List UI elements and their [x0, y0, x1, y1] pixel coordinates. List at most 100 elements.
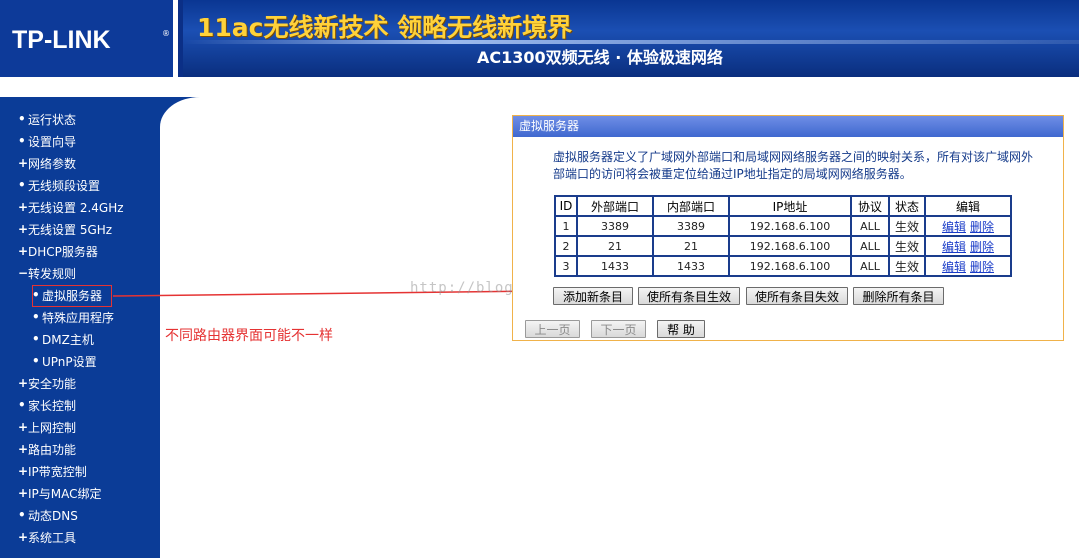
- table-row: 2 21 21 192.168.6.100 ALL 生效 编辑 删除: [554, 235, 1012, 257]
- col-status: 状态: [888, 195, 926, 217]
- sidebar-item-forwarding[interactable]: − 转发规则: [18, 263, 76, 283]
- highlight-box: [32, 285, 112, 307]
- cell-external-port: 3389: [576, 215, 654, 237]
- cell-edit: 编辑 删除: [924, 255, 1012, 277]
- table-row: 3 1433 1433 192.168.6.100 ALL 生效 编辑 删除: [554, 255, 1012, 277]
- sidebar-item-dmz[interactable]: • DMZ主机: [32, 329, 94, 349]
- sidebar-item-network[interactable]: + 网络参数: [18, 153, 76, 173]
- expand-plus-icon: +: [18, 200, 29, 214]
- sidebar-item-wireless-24ghz[interactable]: + 无线设置 2.4GHz: [18, 197, 124, 217]
- router-admin-page: TP-LINK ® 11ac无线新技术 领略无线新境界 AC1300双频无线 ·…: [0, 0, 1079, 558]
- bullet-icon: •: [32, 332, 40, 346]
- cell-protocol: ALL: [850, 255, 890, 277]
- expand-plus-icon: +: [18, 376, 29, 390]
- sidebar-item-label: 无线设置 2.4GHz: [28, 200, 124, 215]
- sidebar-item-label: UPnP设置: [42, 354, 97, 369]
- sidebar-item-label: IP与MAC绑定: [28, 486, 102, 501]
- disable-all-button[interactable]: 使所有条目失效: [746, 287, 848, 305]
- panel-title: 虚拟服务器: [513, 116, 1063, 137]
- header-divider: [0, 77, 1079, 97]
- col-id: ID: [554, 195, 578, 217]
- cell-ip: 192.168.6.100: [728, 215, 852, 237]
- registered-mark: ®: [162, 29, 170, 38]
- next-page-button[interactable]: 下一页: [591, 320, 646, 338]
- edit-link[interactable]: 编辑: [942, 260, 966, 274]
- expand-plus-icon: +: [18, 156, 29, 170]
- banner-slogan: 11ac无线新技术 领略无线新境界: [197, 13, 573, 42]
- sidebar-item-label: 无线频段设置: [28, 178, 101, 193]
- sidebar-item-label: DHCP服务器: [28, 244, 98, 259]
- cell-status: 生效: [888, 215, 926, 237]
- sidebar-item-label: 特殊应用程序: [42, 310, 115, 325]
- cell-id: 1: [554, 215, 578, 237]
- cell-ip: 192.168.6.100: [728, 255, 852, 277]
- sidebar-item-label: 网络参数: [28, 156, 77, 171]
- sidebar-item-wireless-5ghz[interactable]: + 无线设置 5GHz: [18, 219, 112, 239]
- bullet-icon: •: [18, 112, 26, 126]
- sidebar-item-upnp[interactable]: • UPnP设置: [32, 351, 97, 371]
- delete-link[interactable]: 删除: [970, 240, 994, 254]
- sidebar-item-system-tools[interactable]: + 系统工具: [18, 527, 76, 547]
- delete-all-button[interactable]: 删除所有条目: [853, 287, 944, 305]
- sidebar-item-label: DMZ主机: [42, 332, 94, 347]
- bullet-icon: •: [32, 354, 40, 368]
- edit-link[interactable]: 编辑: [942, 220, 966, 234]
- cell-ip: 192.168.6.100: [728, 235, 852, 257]
- collapse-minus-icon: −: [18, 266, 29, 280]
- sidebar-item-label: 转发规则: [28, 266, 77, 281]
- virtual-server-panel: 虚拟服务器 虚拟服务器定义了广域网外部端口和局域网网络服务器之间的映射关系，所有…: [512, 115, 1064, 341]
- sidebar-item-label: 路由功能: [28, 442, 77, 457]
- sidebar-item-ddns[interactable]: • 动态DNS: [18, 505, 78, 525]
- cell-edit: 编辑 删除: [924, 215, 1012, 237]
- expand-plus-icon: +: [18, 420, 29, 434]
- table-row: 1 3389 3389 192.168.6.100 ALL 生效 编辑 删除: [554, 215, 1012, 237]
- sidebar-item-dhcp[interactable]: + DHCP服务器: [18, 241, 98, 261]
- annotation-note: 不同路由器界面可能不一样: [165, 328, 333, 344]
- expand-plus-icon: +: [18, 222, 29, 236]
- col-internal-port: 内部端口: [652, 195, 730, 217]
- sidebar-item-security[interactable]: + 安全功能: [18, 373, 76, 393]
- sidebar-item-label: 动态DNS: [28, 508, 78, 523]
- bullet-icon: •: [18, 134, 26, 148]
- banner-subtitle: AC1300双频无线 · 体验极速网络: [477, 48, 723, 67]
- cell-external-port: 21: [576, 235, 654, 257]
- delete-link[interactable]: 删除: [970, 220, 994, 234]
- sidebar-item-routing[interactable]: + 路由功能: [18, 439, 76, 459]
- cell-internal-port: 3389: [652, 215, 730, 237]
- col-protocol: 协议: [850, 195, 890, 217]
- sidebar-item-wireless-band[interactable]: • 无线频段设置: [18, 175, 100, 195]
- sidebar-item-status[interactable]: • 运行状态: [18, 109, 76, 129]
- sidebar-item-label: 安全功能: [28, 376, 77, 391]
- tp-link-logo: TP-LINK: [12, 26, 111, 54]
- delete-link[interactable]: 删除: [970, 260, 994, 274]
- panel-description: 虚拟服务器定义了广域网外部端口和局域网网络服务器之间的映射关系，所有对该广域网外…: [553, 150, 1034, 181]
- virtual-server-table: ID 外部端口 内部端口 IP地址 协议 状态 编辑 1 3389 3389 1…: [554, 195, 1012, 277]
- banner-graphic: 11ac无线新技术 领略无线新境界 AC1300双频无线 · 体验极速网络: [183, 0, 1079, 77]
- sidebar-item-special-apps[interactable]: • 特殊应用程序: [32, 307, 114, 327]
- sidebar-item-ip-mac-binding[interactable]: + IP与MAC绑定: [18, 483, 102, 503]
- sidebar-item-label: 上网控制: [28, 420, 77, 435]
- sidebar-item-setup-wizard[interactable]: • 设置向导: [18, 131, 76, 151]
- sidebar-item-access-control[interactable]: + 上网控制: [18, 417, 76, 437]
- col-ip-address: IP地址: [728, 195, 852, 217]
- prev-page-button[interactable]: 上一页: [525, 320, 580, 338]
- sidebar-item-parental-control[interactable]: • 家长控制: [18, 395, 76, 415]
- bullet-icon: •: [18, 178, 26, 192]
- expand-plus-icon: +: [18, 530, 29, 544]
- help-button[interactable]: 帮 助: [657, 320, 705, 338]
- cell-internal-port: 1433: [652, 255, 730, 277]
- sidebar-item-label: 家长控制: [28, 398, 77, 413]
- cell-protocol: ALL: [850, 215, 890, 237]
- enable-all-button[interactable]: 使所有条目生效: [638, 287, 740, 305]
- sidebar-item-label: 设置向导: [28, 134, 77, 149]
- expand-plus-icon: +: [18, 442, 29, 456]
- bullet-icon: •: [32, 310, 40, 324]
- logo-area: TP-LINK ®: [0, 0, 178, 77]
- bullet-icon: •: [18, 508, 26, 522]
- sidebar-item-bandwidth[interactable]: + IP带宽控制: [18, 461, 87, 481]
- edit-link[interactable]: 编辑: [942, 240, 966, 254]
- sidebar-item-label: 无线设置 5GHz: [28, 222, 113, 237]
- cell-protocol: ALL: [850, 235, 890, 257]
- col-edit: 编辑: [924, 195, 1012, 217]
- add-entry-button[interactable]: 添加新条目: [553, 287, 633, 305]
